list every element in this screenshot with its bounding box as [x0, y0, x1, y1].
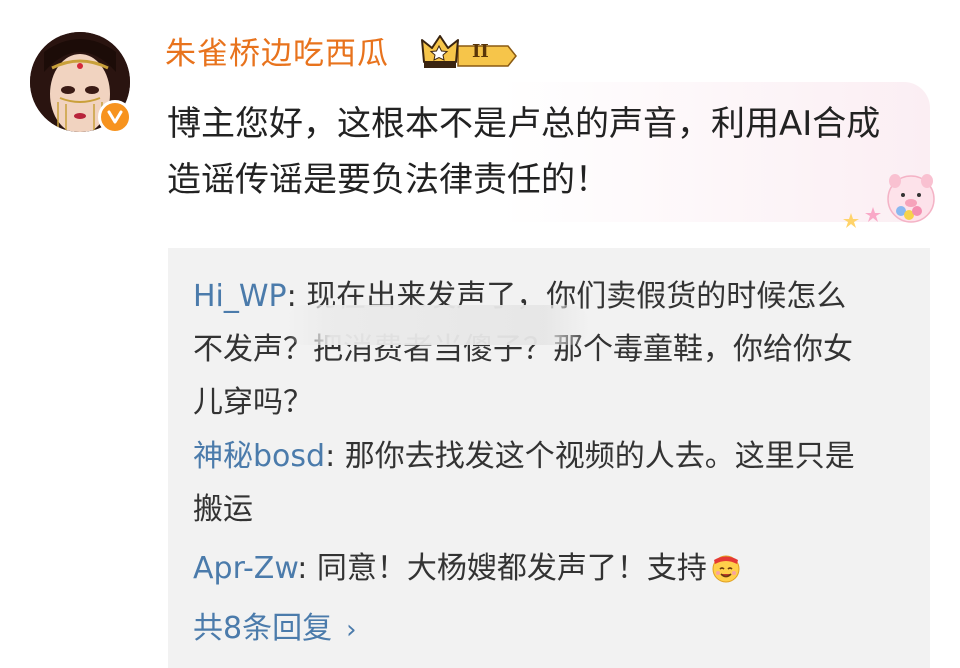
chevron-right-icon: › [346, 615, 357, 645]
reply-separator: : [297, 551, 317, 586]
reply-author[interactable]: Apr-Zw [193, 551, 297, 586]
reply-text: 同意！大杨嫂都发声了！支持 [316, 551, 707, 586]
reply-separator: : [325, 439, 345, 474]
reply-item[interactable]: Apr-Zw: 同意！大杨嫂都发声了！支持 [193, 542, 873, 595]
comment-text: 博主您好，这根本不是卢总的声音，利用AI合成造谣传谣是要负法律责任的！ [167, 104, 881, 200]
redaction-blur [285, 305, 590, 345]
verified-badge [98, 100, 132, 134]
reply-item[interactable]: Hi_WP: 现在出来发声了，你们卖假货的时候怎么不发声？把消费者当傻子？那个毒… [193, 270, 873, 429]
reply-author[interactable]: Hi_WP [193, 279, 287, 314]
reply-item[interactable]: 神秘bosd: 那你去找发这个视频的人去。这里只是搬运 [193, 430, 873, 536]
verified-v-icon [107, 110, 123, 124]
rank-label: II [472, 41, 489, 62]
reply-author[interactable]: 神秘bosd [193, 439, 325, 474]
rank-badge[interactable]: II [420, 32, 520, 72]
comment-username[interactable]: 朱雀桥边吃西瓜 [165, 32, 389, 76]
view-more-replies-link[interactable]: 共8条回复 › [193, 602, 357, 657]
crown-rank-icon [421, 35, 517, 68]
cheering-emoji-icon [709, 548, 743, 583]
pig-sticker-icon [843, 167, 935, 229]
view-more-label: 共8条回复 [193, 611, 333, 646]
